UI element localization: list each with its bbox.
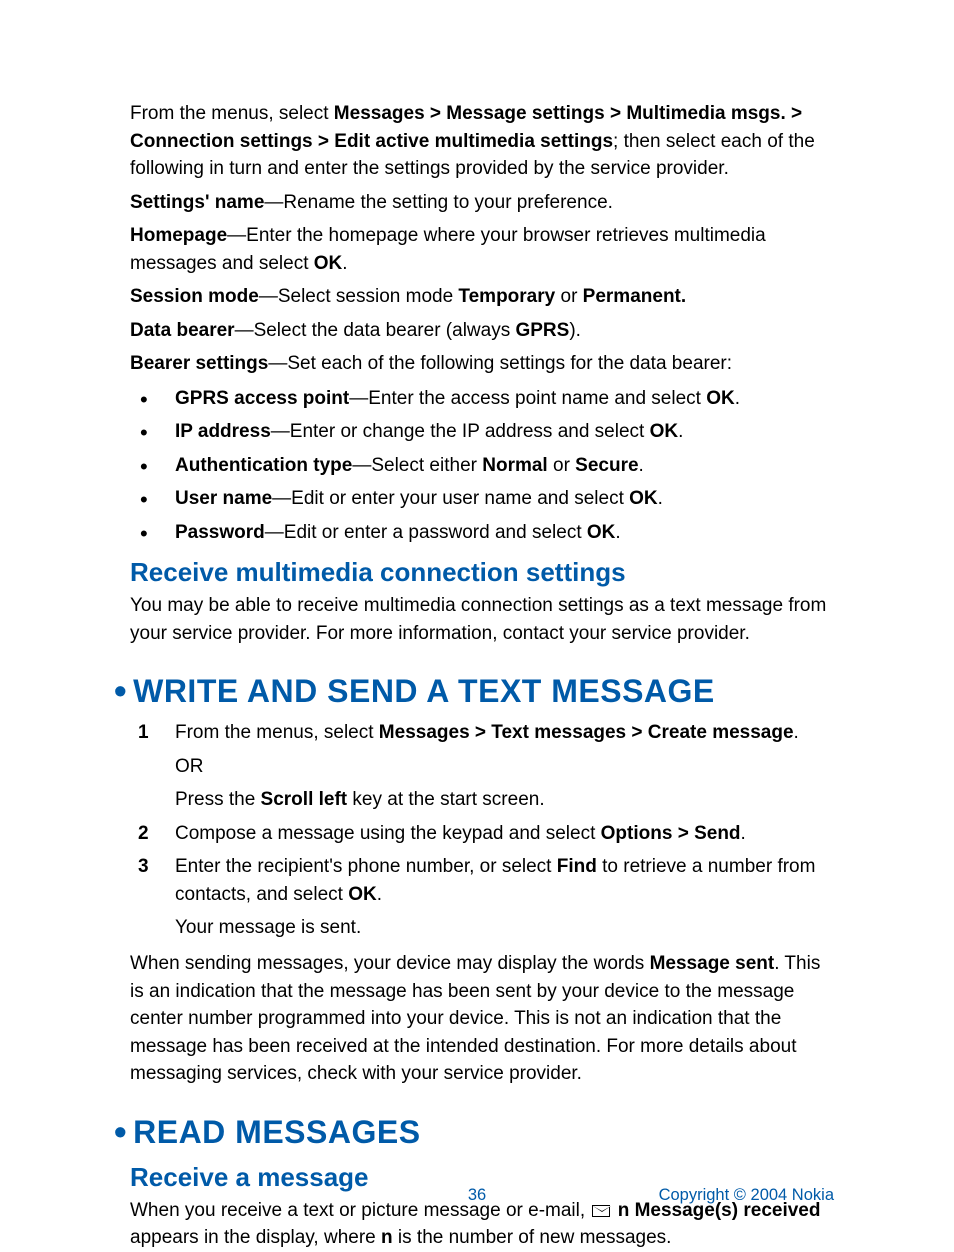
setting-session: Session mode—Select session mode Tempora… bbox=[130, 283, 834, 311]
bearer-item-3-label: User name bbox=[175, 488, 272, 509]
bearer-item-1-label: IP address bbox=[175, 421, 271, 442]
bearer-item-0-label: GPRS access point bbox=[175, 388, 349, 409]
step-3-bold2: OK bbox=[348, 884, 377, 905]
envelope-icon bbox=[592, 1205, 610, 1217]
bearer-item-0-text2: . bbox=[735, 388, 740, 409]
bearer-bullet-list: GPRS access point—Enter the access point… bbox=[130, 384, 834, 547]
bearer-item-2-opt2: Secure bbox=[575, 455, 638, 476]
bearer-item-1: IP address—Enter or change the IP addres… bbox=[130, 417, 834, 446]
note-pre: When sending messages, your device may d… bbox=[130, 953, 650, 974]
write-send-steps: 1 From the menus, select Messages > Text… bbox=[130, 719, 834, 942]
setting-session-opt2: Permanent. bbox=[583, 286, 686, 307]
bearer-item-1-text2: . bbox=[678, 421, 683, 442]
setting-session-text1: —Select session mode bbox=[259, 286, 459, 307]
bearer-item-0: GPRS access point—Enter the access point… bbox=[130, 384, 834, 413]
bearer-item-2-or: or bbox=[548, 455, 575, 476]
setting-homepage-ok: OK bbox=[314, 253, 343, 274]
setting-homepage: Homepage—Enter the homepage where your b… bbox=[130, 222, 834, 277]
bearer-item-3-text2: . bbox=[658, 488, 663, 509]
setting-homepage-text2: . bbox=[342, 253, 347, 274]
bearer-item-0-text1: —Enter the access point name and select bbox=[349, 388, 706, 409]
step-2-post: . bbox=[741, 823, 746, 844]
step-2-path: Options > Send bbox=[601, 823, 741, 844]
step-2: 2 Compose a message using the keypad and… bbox=[130, 820, 834, 848]
setting-bearer-text1: —Select the data bearer (always bbox=[235, 320, 516, 341]
bearer-item-4-text1: —Edit or enter a password and select bbox=[265, 522, 587, 543]
step-1-post: . bbox=[794, 722, 799, 743]
receive-msg-post: is the number of new messages. bbox=[393, 1227, 672, 1248]
step-1-num: 1 bbox=[138, 719, 149, 747]
step-3-post: . bbox=[377, 884, 382, 905]
step-3-num: 3 bbox=[138, 853, 149, 881]
step-2-num: 2 bbox=[138, 820, 149, 848]
intro-prefix: From the menus, select bbox=[130, 103, 334, 124]
receive-msg-mid: appears in the display, where bbox=[130, 1227, 381, 1248]
write-send-heading-text: WRITE AND SEND A TEXT MESSAGE bbox=[133, 673, 715, 709]
bearer-item-1-text1: —Enter or change the IP address and sele… bbox=[271, 421, 650, 442]
receive-msg-pre: When you receive a text or picture messa… bbox=[130, 1200, 590, 1221]
page-number: 36 bbox=[468, 1186, 486, 1205]
bearer-item-2-text2: . bbox=[639, 455, 644, 476]
setting-bearer-label: Data bearer bbox=[130, 320, 235, 341]
bearer-item-3: User name—Edit or enter your user name a… bbox=[130, 484, 834, 513]
step-3-pre: Enter the recipient's phone number, or s… bbox=[175, 856, 557, 877]
setting-homepage-label: Homepage bbox=[130, 225, 227, 246]
setting-bsettings-text: —Set each of the following settings for … bbox=[268, 353, 732, 374]
bearer-item-2-opt1: Normal bbox=[482, 455, 547, 476]
step-1-sub: Press the Scroll left key at the start s… bbox=[175, 786, 834, 814]
bearer-item-2: Authentication type—Select either Normal… bbox=[130, 451, 834, 480]
setting-name-text: —Rename the setting to your preference. bbox=[264, 192, 613, 213]
step-1-path: Messages > Text messages > Create messag… bbox=[379, 722, 794, 743]
bearer-item-1-ok: OK bbox=[650, 421, 679, 442]
setting-bearer-gprs: GPRS bbox=[515, 320, 569, 341]
read-heading-text: READ MESSAGES bbox=[133, 1114, 420, 1150]
copyright-text: Copyright © 2004 Nokia bbox=[659, 1186, 834, 1205]
write-send-note: When sending messages, your device may d… bbox=[130, 950, 834, 1088]
step-1-or: OR bbox=[175, 753, 834, 781]
receive-msg-text: When you receive a text or picture messa… bbox=[130, 1197, 834, 1252]
bearer-item-4-text2: . bbox=[615, 522, 620, 543]
setting-bsettings: Bearer settings—Set each of the followin… bbox=[130, 350, 834, 378]
bearer-item-3-text1: —Edit or enter your user name and select bbox=[272, 488, 629, 509]
read-heading: •READ MESSAGES bbox=[114, 1110, 834, 1152]
bearer-item-0-ok: OK bbox=[706, 388, 735, 409]
bearer-item-2-text1: —Select either bbox=[352, 455, 482, 476]
setting-bearer: Data bearer—Select the data bearer (alwa… bbox=[130, 317, 834, 345]
step-1-pre: From the menus, select bbox=[175, 722, 379, 743]
step-1-sub-pre: Press the bbox=[175, 789, 261, 810]
bearer-item-4-ok: OK bbox=[587, 522, 616, 543]
setting-bearer-text2: ). bbox=[569, 320, 581, 341]
step-3-bold1: Find bbox=[557, 856, 597, 877]
step-1: 1 From the menus, select Messages > Text… bbox=[130, 719, 834, 814]
receive-mm-text: You may be able to receive multimedia co… bbox=[130, 592, 834, 647]
bearer-item-4: Password—Edit or enter a password and se… bbox=[130, 518, 834, 547]
bearer-item-2-label: Authentication type bbox=[175, 455, 352, 476]
setting-bsettings-label: Bearer settings bbox=[130, 353, 268, 374]
step-3-sub: Your message is sent. bbox=[175, 914, 834, 942]
setting-session-or: or bbox=[555, 286, 582, 307]
bearer-item-4-label: Password bbox=[175, 522, 265, 543]
setting-session-label: Session mode bbox=[130, 286, 259, 307]
receive-mm-heading: Receive multimedia connection settings bbox=[130, 557, 834, 588]
step-2-pre: Compose a message using the keypad and s… bbox=[175, 823, 601, 844]
setting-name: Settings' name—Rename the setting to you… bbox=[130, 189, 834, 217]
bullet-icon: • bbox=[114, 670, 127, 711]
intro-paragraph: From the menus, select Messages > Messag… bbox=[130, 100, 834, 183]
step-1-sub-bold: Scroll left bbox=[261, 789, 348, 810]
bearer-item-3-ok: OK bbox=[629, 488, 658, 509]
step-3: 3 Enter the recipient's phone number, or… bbox=[130, 853, 834, 942]
write-send-heading: •WRITE AND SEND A TEXT MESSAGE bbox=[114, 669, 834, 711]
setting-session-opt1: Temporary bbox=[458, 286, 555, 307]
bullet-icon: • bbox=[114, 1111, 127, 1152]
setting-name-label: Settings' name bbox=[130, 192, 264, 213]
receive-msg-bold2: n bbox=[381, 1227, 393, 1248]
step-1-sub-post: key at the start screen. bbox=[347, 789, 544, 810]
note-bold: Message sent bbox=[650, 953, 775, 974]
